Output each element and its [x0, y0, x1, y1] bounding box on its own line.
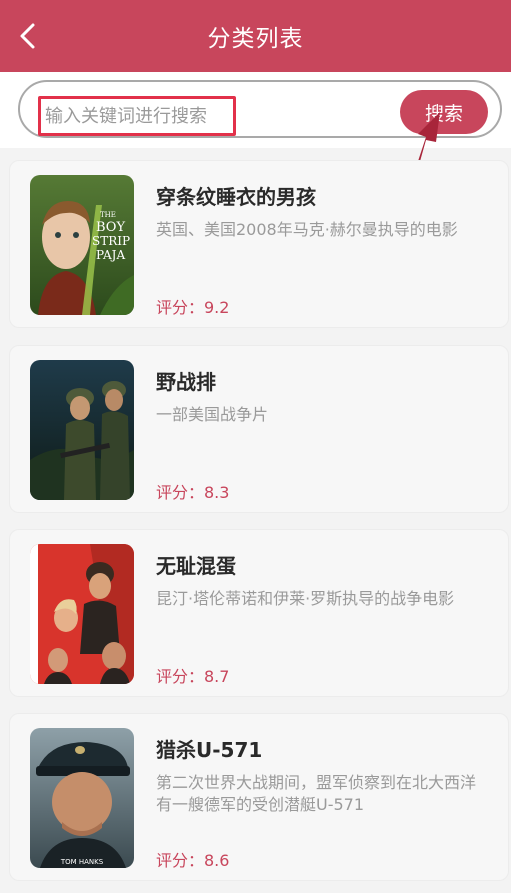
movie-title: 野战排: [156, 370, 216, 394]
movie-score: 评分：9.2: [156, 298, 230, 317]
poster-title-text: STRIP: [92, 234, 130, 248]
movie-poster: [30, 360, 134, 500]
movie-title: 无耻混蛋: [156, 554, 236, 578]
movie-description: 昆汀·塔伦蒂诺和伊莱·罗斯执导的战争电影: [156, 589, 455, 608]
movie-poster: TOM HANKS: [30, 728, 134, 868]
movie-description: 第二次世界大战期间，盟军侦察到在北大西洋有一艘德军的受创潜艇U-571: [156, 773, 477, 814]
movie-score: 评分：8.7: [156, 667, 230, 686]
movie-card[interactable]: 野战排 一部美国战争片 评分：8.3: [9, 345, 509, 513]
page-title: 分类列表: [207, 26, 304, 52]
movie-description: 英国、美国2008年马克·赫尔曼执导的电影: [156, 220, 458, 239]
search-button[interactable]: 搜索: [400, 90, 488, 134]
search-input[interactable]: [38, 96, 236, 136]
poster-title-text: THE: [100, 211, 116, 219]
back-button[interactable]: [14, 20, 42, 52]
movie-poster: THE BOY STRIP PAJA: [30, 175, 134, 315]
movie-poster: [30, 544, 134, 684]
chevron-left-icon: [20, 23, 35, 49]
movie-card[interactable]: 无耻混蛋 昆汀·塔伦蒂诺和伊莱·罗斯执导的战争电影 评分：8.7: [9, 529, 509, 697]
poster-title-text: TOM HANKS: [60, 858, 104, 866]
poster-title-text: PAJA: [96, 248, 125, 262]
movie-title: 穿条纹睡衣的男孩: [156, 185, 316, 209]
movie-title: 猎杀U-571: [156, 738, 263, 762]
movie-card[interactable]: TOM HANKS 猎杀U-571 第二次世界大战期间，盟军侦察到在北大西洋有一…: [9, 713, 509, 881]
movie-description: 一部美国战争片: [156, 405, 269, 424]
poster-title-text: BOY: [96, 220, 125, 235]
movie-card[interactable]: THE BOY STRIP PAJA 穿条纹睡衣的男孩 英国、美国2008年马克…: [9, 160, 509, 328]
search-bar: 搜索: [0, 72, 511, 148]
search-box: 搜索: [18, 80, 502, 138]
app-header: 分类列表: [0, 0, 511, 72]
movie-score: 评分：8.3: [156, 483, 230, 502]
movie-score: 评分：8.6: [156, 851, 230, 870]
